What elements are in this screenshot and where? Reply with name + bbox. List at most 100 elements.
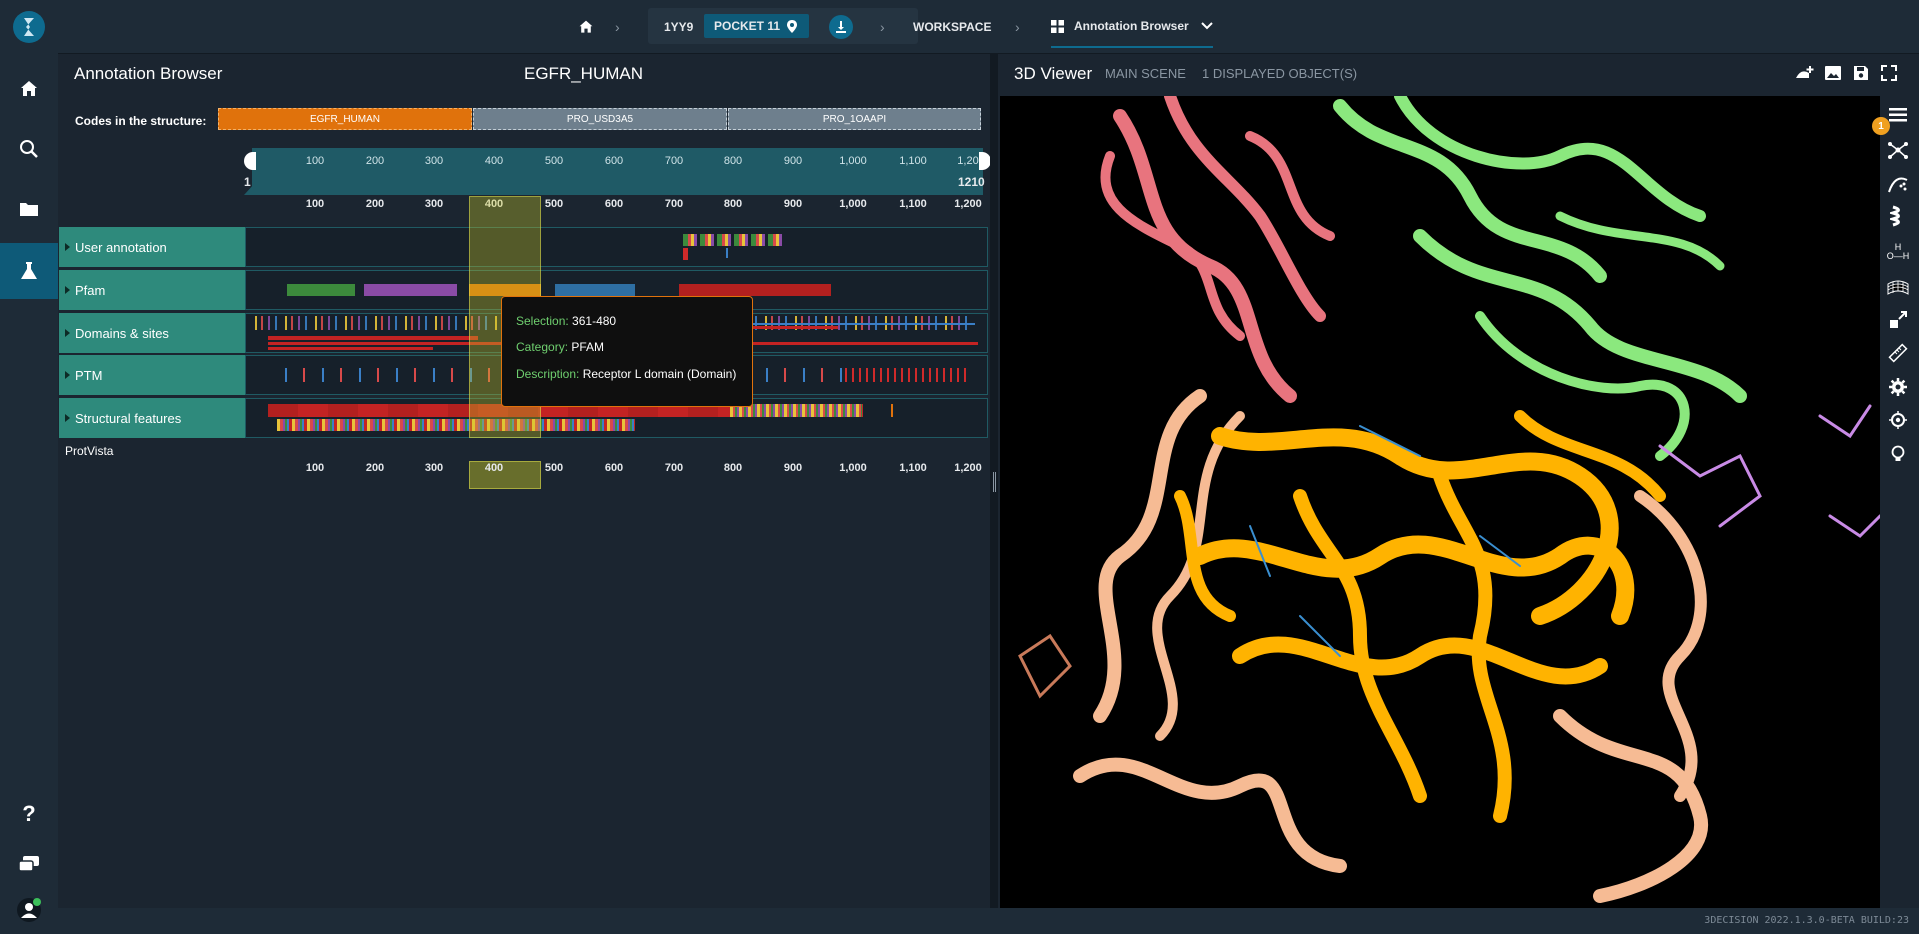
ruler-tick: 900 [783,155,803,167]
domain-bar[interactable] [268,336,478,340]
add-view-icon[interactable] [1795,64,1815,82]
axis-tick: 900 [783,462,803,474]
selection-highlight-bottom[interactable] [469,461,541,489]
logo-icon [13,11,45,43]
search-icon [20,140,38,158]
ruler-tick: 800 [723,155,743,167]
ruler-tick: 1,000 [839,155,867,167]
zoom-extent-tool[interactable] [1882,305,1914,335]
ruler-tick: 1,100 [899,155,927,167]
scene-label[interactable]: MAIN SCENE [1105,66,1186,81]
track-pfam[interactable]: Pfam [59,270,245,310]
code-chip-egfr[interactable]: EGFR_HUMAN [218,108,472,130]
left-navigation: ? [0,0,59,934]
nav-analysis[interactable] [0,243,58,299]
track-user-annotation[interactable]: User annotation [59,227,245,267]
pfam-feature[interactable] [555,284,635,296]
ruler-tick: 200 [365,155,385,167]
tooltip-description-label: Description: [516,367,580,381]
surface-icon [1887,280,1909,295]
axis-tick: 800 [723,198,743,210]
molecule-icon [1888,142,1908,159]
codes-label: Codes in the structure: [75,114,207,128]
3d-viewport[interactable] [1000,96,1880,908]
target-icon [1889,411,1907,429]
molecule-tool[interactable] [1882,135,1914,165]
track-area-user-annotation[interactable] [245,227,988,267]
expand-icon [1890,311,1907,328]
user-icon [17,898,41,922]
ruler-tick: 100 [305,155,325,167]
code-chip-pro2[interactable]: PRO_1OAAPI [728,108,981,130]
nav-help[interactable]: ? [0,786,58,842]
pfam-feature[interactable] [679,284,831,296]
pocket-badge[interactable]: POCKET 11 [704,14,809,38]
objects-count: 1 DISPLAYED OBJECT(S) [1202,66,1358,81]
axis-tick: 900 [783,198,803,210]
axis-tick: 1,000 [839,198,867,210]
domain-bar[interactable] [720,323,975,325]
tooltip-selection-value: 361-480 [572,314,617,328]
pfam-feature[interactable] [287,284,355,296]
user-annotation-feature[interactable] [683,248,688,260]
breadcrumb-workspace[interactable]: WORKSPACE [913,0,991,53]
download-button[interactable] [829,15,853,39]
nav-chat[interactable] [0,836,58,892]
ruler-tick: 400 [484,155,504,167]
panel-title: Annotation Browser [74,64,223,83]
user-annotation-features[interactable] [683,234,783,246]
pfam-feature[interactable] [364,284,457,296]
home-icon [579,20,593,33]
ribbon-tool[interactable] [1882,202,1914,232]
axis-tick: 700 [664,462,684,474]
chevron-right-icon: › [880,19,885,35]
lighting-button[interactable] [1882,439,1914,469]
help-icon: ? [22,801,36,826]
axis-tick: 1,100 [899,198,927,210]
hydrogen-bond-tool[interactable]: H O—H [1882,237,1914,267]
axis-tick: 400 [484,462,504,474]
structural-feature-segments[interactable] [277,419,635,431]
user-annotation-feature[interactable] [726,248,728,258]
track-ptm[interactable]: PTM [59,355,245,395]
structural-feature[interactable] [891,404,893,417]
top-bar: › 1YY9 POCKET 11 › WORKSPACE › Annotatio… [58,0,1919,54]
app-logo[interactable] [0,0,58,54]
center-button[interactable] [1882,405,1914,435]
nav-search[interactable] [0,121,58,177]
chat-icon [18,856,39,872]
track-structural-features[interactable]: Structural features [59,398,245,438]
gear-icon [1889,378,1907,396]
axis-tick: 600 [604,198,624,210]
breadcrumb-home[interactable] [570,0,602,53]
ligand-tool[interactable] [1882,168,1914,198]
ruler-handle-left[interactable] [244,152,256,170]
fullscreen-icon[interactable] [1881,65,1897,81]
surface-tool[interactable] [1882,272,1914,302]
tooltip-description-value: Receptor L domain (Domain) [582,367,737,381]
location-pin-icon [787,19,798,33]
view-selector[interactable]: Annotation Browser [1051,6,1213,48]
domain-bar[interactable] [268,347,433,350]
track-domains-sites[interactable]: Domains & sites [59,313,245,353]
nav-projects[interactable] [0,181,58,237]
ruler-tick: 300 [424,155,444,167]
nav-user[interactable] [0,886,58,934]
nav-home[interactable] [0,61,58,117]
axis-tick: 600 [604,462,624,474]
structure-code[interactable]: 1YY9 [664,0,693,53]
ruler-tick: 700 [664,155,684,167]
axis-tick: 200 [365,462,385,474]
axis-tick: 300 [424,198,444,210]
save-icon[interactable] [1853,65,1869,81]
measure-tool[interactable] [1882,338,1914,368]
settings-button[interactable] [1882,372,1914,402]
image-icon[interactable] [1824,65,1842,81]
code-chip-pro1[interactable]: PRO_USD3A5 [473,108,727,130]
feature-tooltip: Selection: 361-480 Category: PFAM Descri… [501,296,753,407]
ruler-icon [1888,343,1908,363]
flask-icon [21,262,37,279]
ptm-markers-dense[interactable] [845,368,970,382]
panel-resize-handle[interactable] [990,54,998,908]
view-label: Annotation Browser [1074,19,1189,33]
